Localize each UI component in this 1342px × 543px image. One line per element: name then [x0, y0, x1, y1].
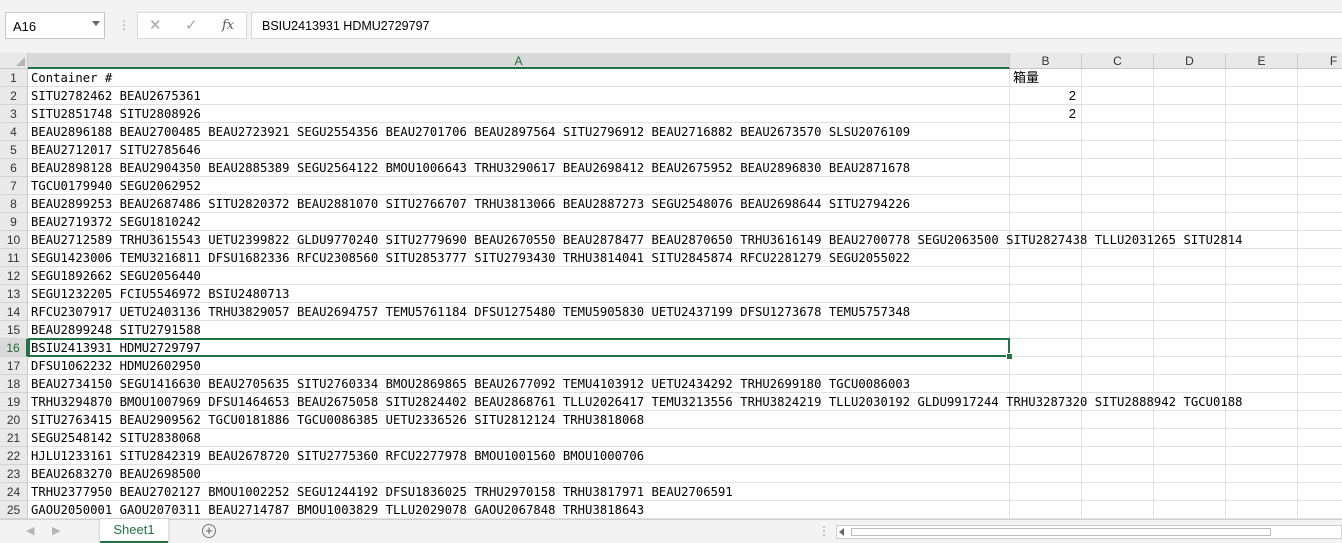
- cell-a[interactable]: HJLU1233161 SITU2842319 BEAU2678720 SITU…: [31, 447, 644, 465]
- split-handle-icon[interactable]: ⋮: [818, 524, 831, 538]
- cell-a[interactable]: BEAU2899253 BEAU2687486 SITU2820372 BEAU…: [31, 195, 910, 213]
- row-header[interactable]: 19: [0, 393, 28, 411]
- cell-a[interactable]: RFCU2307917 UETU2403136 TRHU3829057 BEAU…: [31, 303, 910, 321]
- cell-b[interactable]: 2: [1010, 87, 1076, 105]
- scroll-left-icon[interactable]: [839, 528, 844, 536]
- row-header[interactable]: 5: [0, 141, 28, 159]
- grid-line: [1009, 69, 1010, 519]
- cell-a[interactable]: TRHU2377950 BEAU2702127 BMOU1002252 SEGU…: [31, 483, 733, 501]
- formula-input-value: BSIU2413931 HDMU2729797: [262, 19, 430, 33]
- cell-a[interactable]: BEAU2712017 SITU2785646: [31, 141, 201, 159]
- row-header[interactable]: 22: [0, 447, 28, 465]
- column-header-f[interactable]: F: [1298, 53, 1342, 69]
- cell-a[interactable]: TGCU0179940 SEGU2062952: [31, 177, 201, 195]
- row-header[interactable]: 25: [0, 501, 28, 519]
- row-header[interactable]: 23: [0, 465, 28, 483]
- row-header[interactable]: 16: [0, 339, 28, 357]
- row-header[interactable]: 12: [0, 267, 28, 285]
- spreadsheet-grid[interactable]: A B C D E F 1 Container # 箱量 2 SITU2782462 B…: [0, 53, 1342, 519]
- cell-a[interactable]: BEAU2719372 SEGU1810242: [31, 213, 201, 231]
- formula-input[interactable]: BSIU2413931 HDMU2729797: [251, 12, 1342, 39]
- active-cell-border: [28, 338, 1010, 357]
- cell-a[interactable]: SITU2763415 BEAU2909562 TGCU0181886 TGCU…: [31, 411, 644, 429]
- column-header-a[interactable]: A: [28, 53, 1010, 69]
- cell-a[interactable]: SITU2851748 SITU2808926: [31, 105, 201, 123]
- row-header[interactable]: 15: [0, 321, 28, 339]
- formula-buttons: ✕ ✓ fx: [137, 12, 247, 39]
- row-header[interactable]: 1: [0, 69, 28, 87]
- cell-a[interactable]: Container #: [31, 69, 112, 87]
- checkmark-icon[interactable]: ✓: [185, 16, 198, 34]
- cell-a[interactable]: GAOU2050001 GAOU2070311 BEAU2714787 BMOU…: [31, 501, 644, 519]
- name-box[interactable]: A16: [5, 12, 105, 39]
- row-header[interactable]: 14: [0, 303, 28, 321]
- select-all-corner[interactable]: [0, 53, 28, 69]
- horizontal-scrollbar[interactable]: [836, 525, 1342, 539]
- cell-b[interactable]: 2: [1010, 105, 1076, 123]
- column-header-c[interactable]: C: [1082, 53, 1154, 69]
- row-header[interactable]: 7: [0, 177, 28, 195]
- fill-handle[interactable]: [1006, 353, 1013, 360]
- row-header[interactable]: 13: [0, 285, 28, 303]
- cell-a[interactable]: BEAU2712589 TRHU3615543 UETU2399822 GLDU…: [31, 231, 1243, 249]
- column-header-e[interactable]: E: [1226, 53, 1298, 69]
- next-sheet-icon[interactable]: ▶: [52, 524, 60, 537]
- grid-line: [28, 104, 1342, 105]
- row-header[interactable]: 18: [0, 375, 28, 393]
- grid-line: [1225, 69, 1226, 519]
- cancel-icon[interactable]: ✕: [149, 16, 162, 34]
- column-header-b[interactable]: B: [1010, 53, 1082, 69]
- cell-b[interactable]: 箱量: [1013, 69, 1039, 87]
- name-box-value: A16: [13, 19, 37, 34]
- row-header[interactable]: 11: [0, 249, 28, 267]
- cell-a[interactable]: BEAU2896188 BEAU2700485 BEAU2723921 SEGU…: [31, 123, 910, 141]
- sheet-tab-sheet1[interactable]: Sheet1: [100, 519, 168, 543]
- add-sheet-icon[interactable]: +: [202, 524, 216, 538]
- sheet-bar: ◀ ▶ Sheet1 + ⋮: [0, 519, 1342, 543]
- grid-line: [1081, 69, 1082, 519]
- cell-a[interactable]: DFSU1062232 HDMU2602950: [31, 357, 201, 375]
- row-header[interactable]: 17: [0, 357, 28, 375]
- cell-a[interactable]: BEAU2898128 BEAU2904350 BEAU2885389 SEGU…: [31, 159, 910, 177]
- prev-sheet-icon[interactable]: ◀: [26, 524, 34, 537]
- cell-a[interactable]: TRHU3294870 BMOU1007969 DFSU1464653 BEAU…: [31, 393, 1243, 411]
- row-header[interactable]: 24: [0, 483, 28, 501]
- row-header[interactable]: 20: [0, 411, 28, 429]
- cell-a[interactable]: SITU2782462 BEAU2675361: [31, 87, 201, 105]
- insert-function-icon[interactable]: fx: [222, 18, 234, 33]
- cell-a[interactable]: SEGU2548142 SITU2838068: [31, 429, 201, 447]
- formula-bar: A16 ⋮ ✕ ✓ fx BSIU2413931 HDMU2729797: [0, 0, 1342, 54]
- row-header[interactable]: 10: [0, 231, 28, 249]
- scrollbar-thumb[interactable]: [851, 528, 1271, 536]
- cell-a[interactable]: SEGU1423006 TEMU3216811 DFSU1682336 RFCU…: [31, 249, 910, 267]
- row-header[interactable]: 2: [0, 87, 28, 105]
- cell-a[interactable]: SEGU1232205 FCIU5546972 BSIU2480713: [31, 285, 290, 303]
- row-header[interactable]: 3: [0, 105, 28, 123]
- column-header-d[interactable]: D: [1154, 53, 1226, 69]
- grid-line: [28, 86, 1342, 87]
- grid-line: [1153, 69, 1154, 519]
- row-header[interactable]: 9: [0, 213, 28, 231]
- cell-a[interactable]: SEGU1892662 SEGU2056440: [31, 267, 201, 285]
- formula-bar-separator: ⋮: [118, 18, 130, 32]
- cell-a[interactable]: BEAU2899248 SITU2791588: [31, 321, 201, 339]
- row-header[interactable]: 8: [0, 195, 28, 213]
- cell-a[interactable]: BEAU2683270 BEAU2698500: [31, 465, 201, 483]
- chevron-down-icon[interactable]: [92, 21, 100, 26]
- cell-a[interactable]: BEAU2734150 SEGU1416630 BEAU2705635 SITU…: [31, 375, 910, 393]
- row-header[interactable]: 6: [0, 159, 28, 177]
- row-header[interactable]: 4: [0, 123, 28, 141]
- grid-line: [1297, 69, 1298, 519]
- row-header[interactable]: 21: [0, 429, 28, 447]
